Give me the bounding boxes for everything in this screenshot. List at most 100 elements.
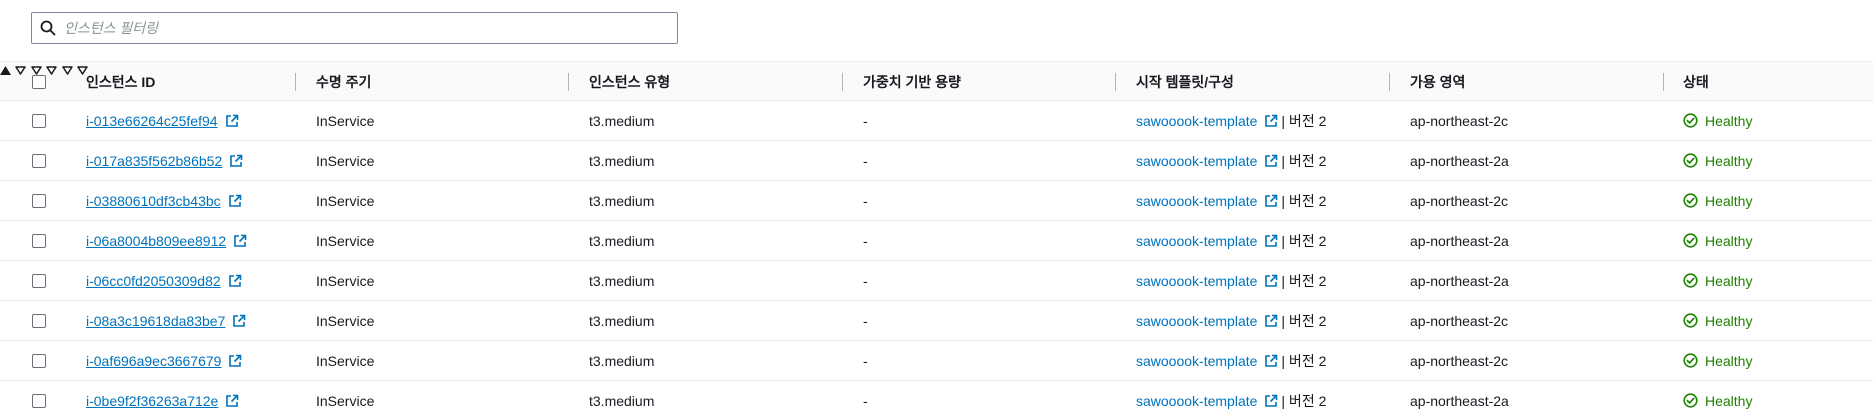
weighted-capacity-cell: -	[863, 192, 868, 209]
launch-template-text: sawooook-template	[1136, 272, 1258, 289]
availability-zone-cell: ap-northeast-2a	[1410, 272, 1509, 289]
external-link-icon[interactable]	[1264, 194, 1278, 208]
column-header-launch-template[interactable]: 시작 템플릿/구성	[1136, 62, 1234, 101]
column-header-instance-type[interactable]: 인스턴스 유형	[589, 62, 670, 101]
external-link-icon[interactable]	[225, 394, 239, 408]
external-link-icon[interactable]	[229, 154, 243, 168]
instance-id-text: i-0be9f2f36263a712e	[86, 392, 219, 409]
instance-id-cell: i-03880610df3cb43bc	[86, 181, 242, 220]
external-link-icon[interactable]	[225, 114, 239, 128]
launch-template-text: sawooook-template	[1136, 112, 1258, 129]
table-row: i-013e66264c25fef94 InService t3.medium …	[0, 101, 1873, 141]
row-checkbox[interactable]	[32, 394, 46, 408]
status-success-icon	[1683, 393, 1698, 408]
instance-id-link[interactable]: i-08a3c19618da83be7	[86, 313, 246, 329]
health-status-text: Healthy	[1705, 352, 1753, 369]
external-link-icon[interactable]	[1264, 274, 1278, 288]
launch-template-text: sawooook-template	[1136, 152, 1258, 169]
row-checkbox[interactable]	[32, 274, 46, 288]
launch-template-link[interactable]: sawooook-template	[1136, 313, 1278, 329]
table-row: i-017a835f562b86b52 InService t3.medium …	[0, 141, 1873, 181]
instance-type-cell: t3.medium	[589, 352, 655, 369]
launch-template-cell: sawooook-template | 버전 2	[1136, 261, 1326, 300]
launch-template-link[interactable]: sawooook-template	[1136, 113, 1278, 129]
row-checkbox[interactable]	[32, 154, 46, 168]
column-resizer[interactable]	[295, 73, 296, 91]
external-link-icon[interactable]	[233, 234, 247, 248]
instance-id-link[interactable]: i-03880610df3cb43bc	[86, 193, 242, 209]
external-link-icon[interactable]	[228, 274, 242, 288]
row-checkbox[interactable]	[32, 354, 46, 368]
column-resizer[interactable]	[1115, 73, 1116, 91]
instance-id-link[interactable]: i-06a8004b809ee8912	[86, 233, 247, 249]
sort-unsorted-icon[interactable]	[15, 62, 30, 79]
select-all-checkbox[interactable]	[32, 75, 46, 89]
column-resizer[interactable]	[568, 73, 569, 91]
row-checkbox[interactable]	[32, 194, 46, 208]
instance-id-link[interactable]: i-06cc0fd2050309d82	[86, 273, 242, 289]
external-link-icon[interactable]	[1264, 354, 1278, 368]
lifecycle-cell: InService	[316, 112, 375, 129]
launch-template-link[interactable]: sawooook-template	[1136, 273, 1278, 289]
external-link-icon[interactable]	[232, 314, 246, 328]
instance-type-cell: t3.medium	[589, 392, 655, 409]
column-header-lifecycle[interactable]: 수명 주기	[316, 62, 371, 101]
search-icon	[32, 13, 64, 43]
launch-template-link[interactable]: sawooook-template	[1136, 193, 1278, 209]
launch-template-cell: sawooook-template | 버전 2	[1136, 381, 1326, 418]
health-status-text: Healthy	[1705, 392, 1753, 409]
health-status-cell: Healthy	[1683, 181, 1752, 220]
lifecycle-cell: InService	[316, 392, 375, 409]
column-header-health-status[interactable]: 상태	[1683, 62, 1709, 101]
health-status-cell: Healthy	[1683, 261, 1752, 300]
instance-id-link[interactable]: i-0af696a9ec3667679	[86, 353, 242, 369]
launch-template-cell: sawooook-template | 버전 2	[1136, 221, 1326, 260]
weighted-capacity-cell: -	[863, 232, 868, 249]
column-header-availability-zone[interactable]: 가용 영역	[1410, 62, 1465, 101]
row-checkbox[interactable]	[32, 234, 46, 248]
launch-template-text: sawooook-template	[1136, 232, 1258, 249]
template-version: | 버전 2	[1281, 192, 1327, 209]
lifecycle-cell: InService	[316, 312, 375, 329]
health-status: Healthy	[1683, 113, 1752, 129]
external-link-icon[interactable]	[1264, 314, 1278, 328]
table-row: i-0af696a9ec3667679 InService t3.medium …	[0, 341, 1873, 381]
column-resizer[interactable]	[842, 73, 843, 91]
health-status: Healthy	[1683, 353, 1752, 369]
instance-type-cell: t3.medium	[589, 232, 655, 249]
instance-id-text: i-017a835f562b86b52	[86, 152, 223, 169]
instance-id-link[interactable]: i-013e66264c25fef94	[86, 113, 239, 129]
launch-template-link[interactable]: sawooook-template	[1136, 233, 1278, 249]
launch-template-link[interactable]: sawooook-template	[1136, 153, 1278, 169]
instance-id-cell: i-06a8004b809ee8912	[86, 221, 247, 260]
status-success-icon	[1683, 353, 1698, 368]
external-link-icon[interactable]	[1264, 114, 1278, 128]
launch-template-link[interactable]: sawooook-template	[1136, 393, 1278, 409]
weighted-capacity-cell: -	[863, 312, 868, 329]
template-version: | 버전 2	[1281, 232, 1327, 249]
availability-zone-cell: ap-northeast-2a	[1410, 232, 1509, 249]
external-link-icon[interactable]	[1264, 234, 1278, 248]
external-link-icon[interactable]	[228, 194, 242, 208]
row-checkbox[interactable]	[32, 114, 46, 128]
health-status: Healthy	[1683, 233, 1752, 249]
instance-filter[interactable]	[31, 12, 678, 44]
column-resizer[interactable]	[1663, 73, 1664, 91]
external-link-icon[interactable]	[1264, 154, 1278, 168]
sort-ascending-icon[interactable]	[0, 62, 15, 79]
external-link-icon[interactable]	[1264, 394, 1278, 408]
column-resizer[interactable]	[1389, 73, 1390, 91]
instance-id-link[interactable]: i-017a835f562b86b52	[86, 153, 243, 169]
filter-input[interactable]	[64, 14, 677, 42]
sort-unsorted-icon[interactable]	[62, 62, 77, 79]
instance-type-cell: t3.medium	[589, 272, 655, 289]
status-success-icon	[1683, 113, 1698, 128]
column-header-weighted-capacity[interactable]: 가중치 기반 용량	[863, 62, 961, 101]
launch-template-link[interactable]: sawooook-template	[1136, 353, 1278, 369]
instance-id-link[interactable]: i-0be9f2f36263a712e	[86, 393, 239, 409]
row-checkbox[interactable]	[32, 314, 46, 328]
external-link-icon[interactable]	[228, 354, 242, 368]
health-status-cell: Healthy	[1683, 301, 1752, 340]
sort-unsorted-icon[interactable]	[46, 62, 61, 79]
column-header-instance-id[interactable]: 인스턴스 ID	[86, 62, 155, 101]
